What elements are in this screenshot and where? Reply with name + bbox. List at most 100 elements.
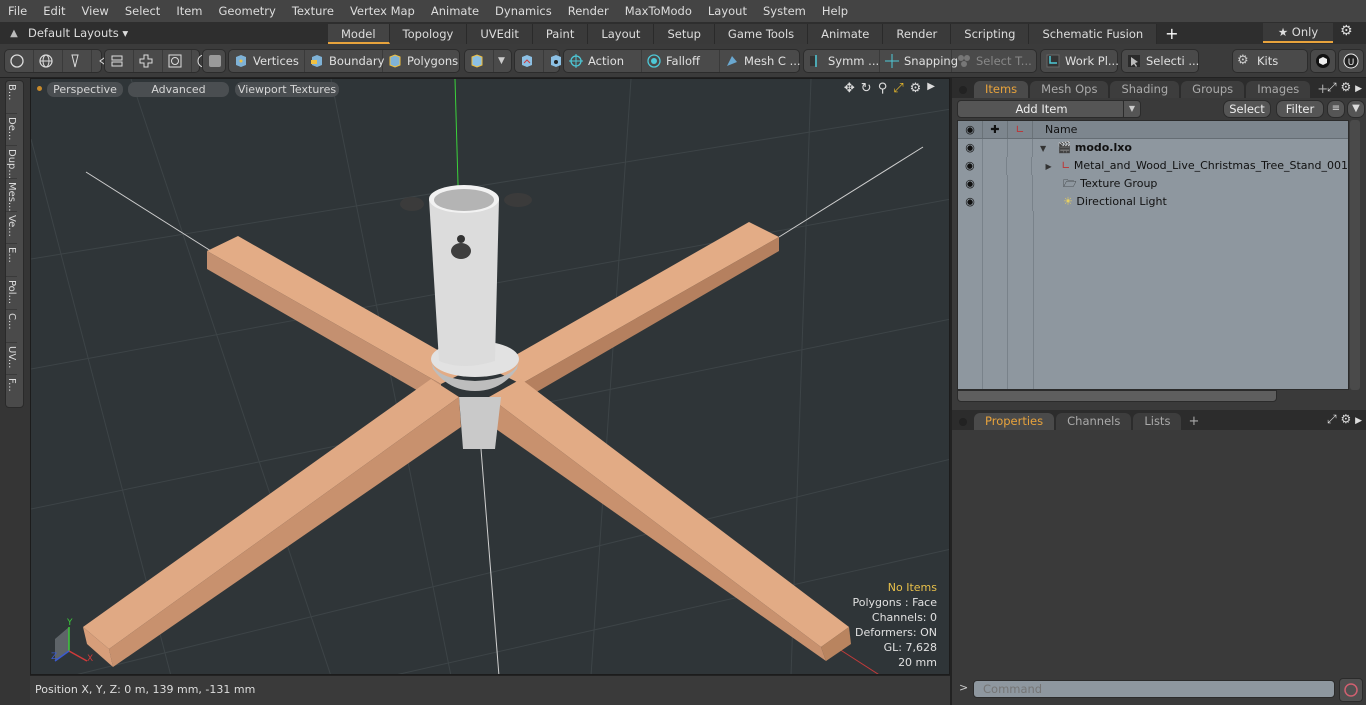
tab-animate[interactable]: Animate xyxy=(808,23,884,44)
panel-gear-icon[interactable]: ⚙ xyxy=(1340,80,1351,94)
item-list-horizontal-scrollbar[interactable] xyxy=(957,390,1277,402)
menu-texture[interactable]: Texture xyxy=(284,0,342,22)
align-tool-button[interactable] xyxy=(105,50,134,72)
falloff-button[interactable]: Falloff xyxy=(642,50,720,72)
gear-icon[interactable]: ⚙ xyxy=(1340,23,1353,39)
vtab-basic[interactable]: B... xyxy=(6,81,17,114)
tab-lists[interactable]: Lists xyxy=(1133,413,1182,430)
vtab-fusion[interactable]: F... xyxy=(6,375,17,408)
panel-menu-dot[interactable] xyxy=(959,86,967,94)
unity-button[interactable] xyxy=(1311,50,1339,72)
boundary-button[interactable]: Boundary xyxy=(305,50,384,72)
expand-arrow-down-icon[interactable]: ▼ xyxy=(1040,144,1046,153)
globe-tool-button[interactable] xyxy=(34,50,63,72)
command-input[interactable] xyxy=(973,680,1335,698)
menu-geometry[interactable]: Geometry xyxy=(211,0,284,22)
square-circle-button[interactable] xyxy=(163,50,192,72)
shading-mode-button[interactable]: Advanced xyxy=(128,82,229,97)
mode-dropdown-arrow[interactable]: ▼ xyxy=(494,50,509,72)
polygons-button[interactable]: Polygons xyxy=(383,50,459,72)
filter-funnel-icon[interactable]: ▼ xyxy=(1347,100,1365,118)
visibility-eye-icon[interactable]: ◉ xyxy=(958,175,983,193)
tree-row[interactable]: ◉ ▶ ∟ Metal_and_Wood_Live_Christmas_Tree… xyxy=(958,157,1348,175)
tab-setup[interactable]: Setup xyxy=(654,23,715,44)
tab-shading[interactable]: Shading xyxy=(1110,81,1180,98)
visibility-eye-icon[interactable]: ◉ xyxy=(958,157,983,175)
kits-button[interactable]: ⚙ Kits xyxy=(1233,50,1282,72)
type-column-axes-icon[interactable]: ∟ xyxy=(1008,121,1033,138)
add-item-dropdown[interactable]: ▼ xyxy=(1123,100,1141,118)
menu-render[interactable]: Render xyxy=(560,0,617,22)
menu-vertex-map[interactable]: Vertex Map xyxy=(342,0,423,22)
visibility-eye-icon[interactable]: ◉ xyxy=(958,139,983,157)
menu-animate[interactable]: Animate xyxy=(423,0,487,22)
filter-button[interactable]: Filter xyxy=(1276,100,1324,118)
panel-arrow-icon[interactable]: ▶ xyxy=(1355,416,1362,426)
command-history-button[interactable] xyxy=(1339,678,1363,702)
panel-gear-icon[interactable]: ⚙ xyxy=(1340,412,1351,426)
menu-view[interactable]: View xyxy=(74,0,117,22)
viewport-indicator-dot[interactable] xyxy=(37,86,42,91)
menu-layout[interactable]: Layout xyxy=(700,0,755,22)
add-tab-button[interactable]: + xyxy=(1157,24,1186,43)
mesh-constraints-button[interactable]: Mesh C ... xyxy=(720,50,801,72)
panel-arrow-icon[interactable]: ▶ xyxy=(1355,84,1362,94)
vtab-edge[interactable]: E... xyxy=(6,244,17,278)
tab-model[interactable]: Model xyxy=(328,23,390,44)
expand-arrow-icon[interactable]: ▶ xyxy=(927,81,935,96)
tab-groups[interactable]: Groups xyxy=(1181,81,1245,98)
maximize-icon[interactable]: ⤢ xyxy=(893,81,903,96)
menu-help[interactable]: Help xyxy=(814,0,856,22)
menu-select[interactable]: Select xyxy=(117,0,168,22)
selection-sets-button[interactable]: Selecti ... xyxy=(1122,50,1203,72)
visibility-column-eye-icon[interactable]: ◉ xyxy=(958,121,983,138)
uv-cross-button[interactable] xyxy=(134,50,163,72)
tab-items[interactable]: Items xyxy=(974,81,1029,98)
perspective-button[interactable]: Perspective xyxy=(47,82,123,97)
tab-scripting[interactable]: Scripting xyxy=(951,23,1030,44)
vtab-deform[interactable]: De... xyxy=(6,114,17,147)
item-list-vertical-scrollbar[interactable] xyxy=(1350,120,1360,390)
tab-schematic-fusion[interactable]: Schematic Fusion xyxy=(1029,23,1158,44)
3d-viewport[interactable]: Y X Z Perspective Advanced Viewport Text… xyxy=(30,78,950,675)
menu-maxtomodo[interactable]: MaxToModo xyxy=(617,0,700,22)
material-mode-button[interactable] xyxy=(465,50,494,72)
menu-item[interactable]: Item xyxy=(168,0,210,22)
zoom-icon[interactable]: ⚲ xyxy=(878,81,888,96)
sphere-tool-button[interactable] xyxy=(5,50,34,72)
add-panel-tab-button[interactable]: + xyxy=(1183,414,1204,430)
tab-images[interactable]: Images xyxy=(1246,81,1311,98)
vtab-duplicate[interactable]: Dup... xyxy=(6,146,17,180)
viewport-settings-icon[interactable]: ⚙ xyxy=(910,81,922,96)
menu-dynamics[interactable]: Dynamics xyxy=(487,0,560,22)
tree-row[interactable]: ◉ ▼ 🎬 modo.lxo xyxy=(958,139,1348,157)
default-layouts-dropdown[interactable]: Default Layouts ▾ xyxy=(28,26,328,40)
viewport-textures-button[interactable]: Viewport Textures xyxy=(235,82,339,97)
vtab-vertex[interactable]: Ve... xyxy=(6,212,17,245)
pen-tool-button[interactable] xyxy=(63,50,92,72)
unreal-button[interactable]: U xyxy=(1339,50,1366,72)
tab-render[interactable]: Render xyxy=(883,23,952,44)
action-center-button[interactable]: Action xyxy=(564,50,642,72)
vtab-polygon[interactable]: Pol... xyxy=(6,277,17,310)
panel-menu-dot[interactable] xyxy=(959,418,967,426)
snapping-button[interactable]: Snapping xyxy=(880,50,958,72)
tab-game-tools[interactable]: Game Tools xyxy=(714,23,809,44)
tab-properties[interactable]: Properties xyxy=(974,413,1055,430)
select-through-button[interactable]: Select T... xyxy=(952,50,1032,72)
menu-edit[interactable]: Edit xyxy=(35,0,73,22)
only-favorites-button[interactable]: ★ Only xyxy=(1263,23,1333,43)
tree-row[interactable]: ◉ ☀ Directional Light xyxy=(958,193,1348,211)
visibility-eye-icon[interactable]: ◉ xyxy=(958,193,983,211)
action-center-toggle[interactable] xyxy=(515,50,544,72)
add-item-button[interactable]: Add Item xyxy=(957,100,1126,118)
tab-layout[interactable]: Layout xyxy=(588,23,655,44)
pan-icon[interactable]: ✥ xyxy=(844,81,855,96)
name-column-header[interactable]: Name xyxy=(1033,121,1077,138)
list-options-button[interactable]: ≡ xyxy=(1327,100,1345,118)
maximize-panel-icon[interactable]: ⤢ xyxy=(1327,412,1337,426)
vtab-mesh-edit[interactable]: Mes... xyxy=(6,179,17,212)
collapse-arrow-icon[interactable]: ▲ xyxy=(0,28,28,39)
menu-system[interactable]: System xyxy=(755,0,814,22)
expand-arrow-right-icon[interactable]: ▶ xyxy=(1046,162,1052,171)
